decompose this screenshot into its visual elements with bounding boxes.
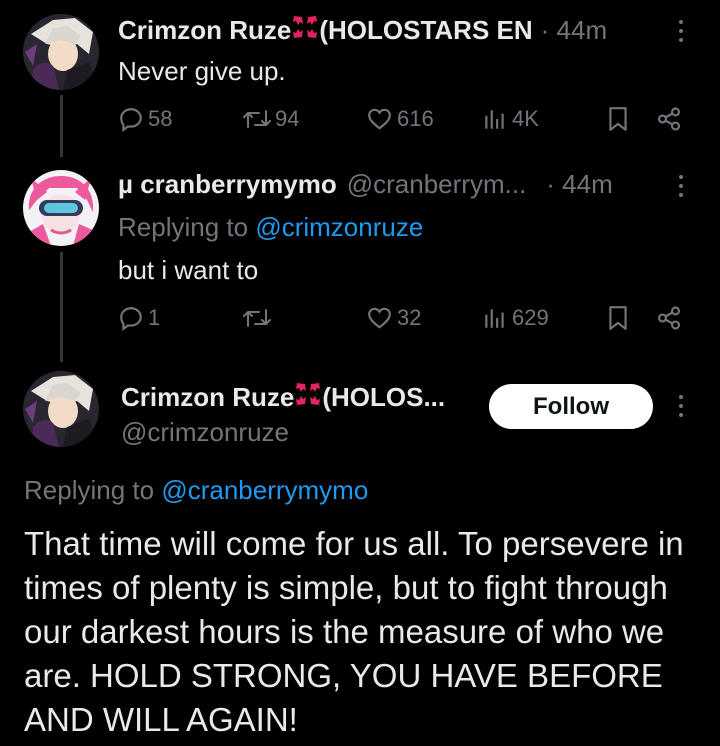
avatar[interactable] xyxy=(23,170,99,246)
more-options-icon[interactable] xyxy=(679,395,683,417)
anger-symbol-emoji-icon xyxy=(295,381,321,414)
share-button[interactable] xyxy=(656,305,682,331)
share-button[interactable] xyxy=(656,106,682,132)
avatar[interactable] xyxy=(23,371,99,447)
share-icon xyxy=(656,305,682,331)
more-options-icon[interactable] xyxy=(679,175,683,197)
bookmark-button[interactable] xyxy=(606,305,630,331)
retweet-button[interactable] xyxy=(243,305,275,331)
bookmark-button[interactable] xyxy=(606,106,630,132)
replying-to-handle[interactable]: @crimzonruze xyxy=(255,212,423,242)
heart-icon xyxy=(366,106,393,132)
reply-button[interactable]: 58 xyxy=(118,106,172,132)
retweet-icon xyxy=(243,106,271,132)
author-name[interactable]: Crimzon Ruze xyxy=(121,382,294,413)
like-button[interactable]: 616 xyxy=(366,106,434,132)
author-badge-suffix: (HOLOS... xyxy=(322,382,446,412)
timestamp[interactable]: · 44m xyxy=(541,15,607,46)
bookmark-icon xyxy=(606,106,630,132)
views-count: 4K xyxy=(512,106,539,131)
reply-count: 58 xyxy=(148,106,173,131)
replying-to-label: Replying to xyxy=(24,475,155,505)
thread-line xyxy=(60,252,63,362)
reply-count: 1 xyxy=(148,305,161,330)
replying-to-label: Replying to xyxy=(118,212,249,242)
like-count: 32 xyxy=(397,305,422,330)
views-count: 629 xyxy=(512,305,549,330)
bookmark-icon xyxy=(606,305,630,331)
replying-to-handle[interactable]: @cranberrymymo xyxy=(161,475,368,505)
anger-symbol-emoji-icon xyxy=(292,14,318,47)
follow-button[interactable]: Follow xyxy=(489,384,653,429)
like-count: 616 xyxy=(397,106,434,131)
retweet-icon xyxy=(243,305,271,331)
timestamp[interactable]: · 44m xyxy=(546,169,612,200)
heart-icon xyxy=(366,305,393,331)
author-name[interactable]: Crimzon Ruze xyxy=(118,15,291,46)
avatar[interactable] xyxy=(23,14,99,90)
reply-icon xyxy=(118,305,144,331)
reply-icon xyxy=(118,106,144,132)
retweet-button[interactable]: 94 xyxy=(243,106,299,132)
tweet-text: but i want to xyxy=(118,255,259,285)
reply-button[interactable]: 1 xyxy=(118,305,160,331)
views-button[interactable]: 4K xyxy=(482,106,539,132)
share-icon xyxy=(656,106,682,132)
like-button[interactable]: 32 xyxy=(366,305,421,331)
views-button[interactable]: 629 xyxy=(482,305,549,331)
author-handle[interactable]: @cranberrym... xyxy=(347,169,527,200)
author-handle[interactable]: @crimzonruze xyxy=(121,417,289,448)
author-name[interactable]: µ cranberrymymo xyxy=(118,169,337,200)
tweet-text: Never give up. xyxy=(118,56,286,86)
tweet-text: That time will come for us all. To perse… xyxy=(24,525,684,738)
retweet-count: 94 xyxy=(275,106,300,131)
views-icon xyxy=(482,106,508,132)
more-options-icon[interactable] xyxy=(679,20,683,42)
views-icon xyxy=(482,305,508,331)
author-badge-suffix: (HOLOSTARS EN xyxy=(319,15,533,45)
thread-line xyxy=(60,95,63,157)
